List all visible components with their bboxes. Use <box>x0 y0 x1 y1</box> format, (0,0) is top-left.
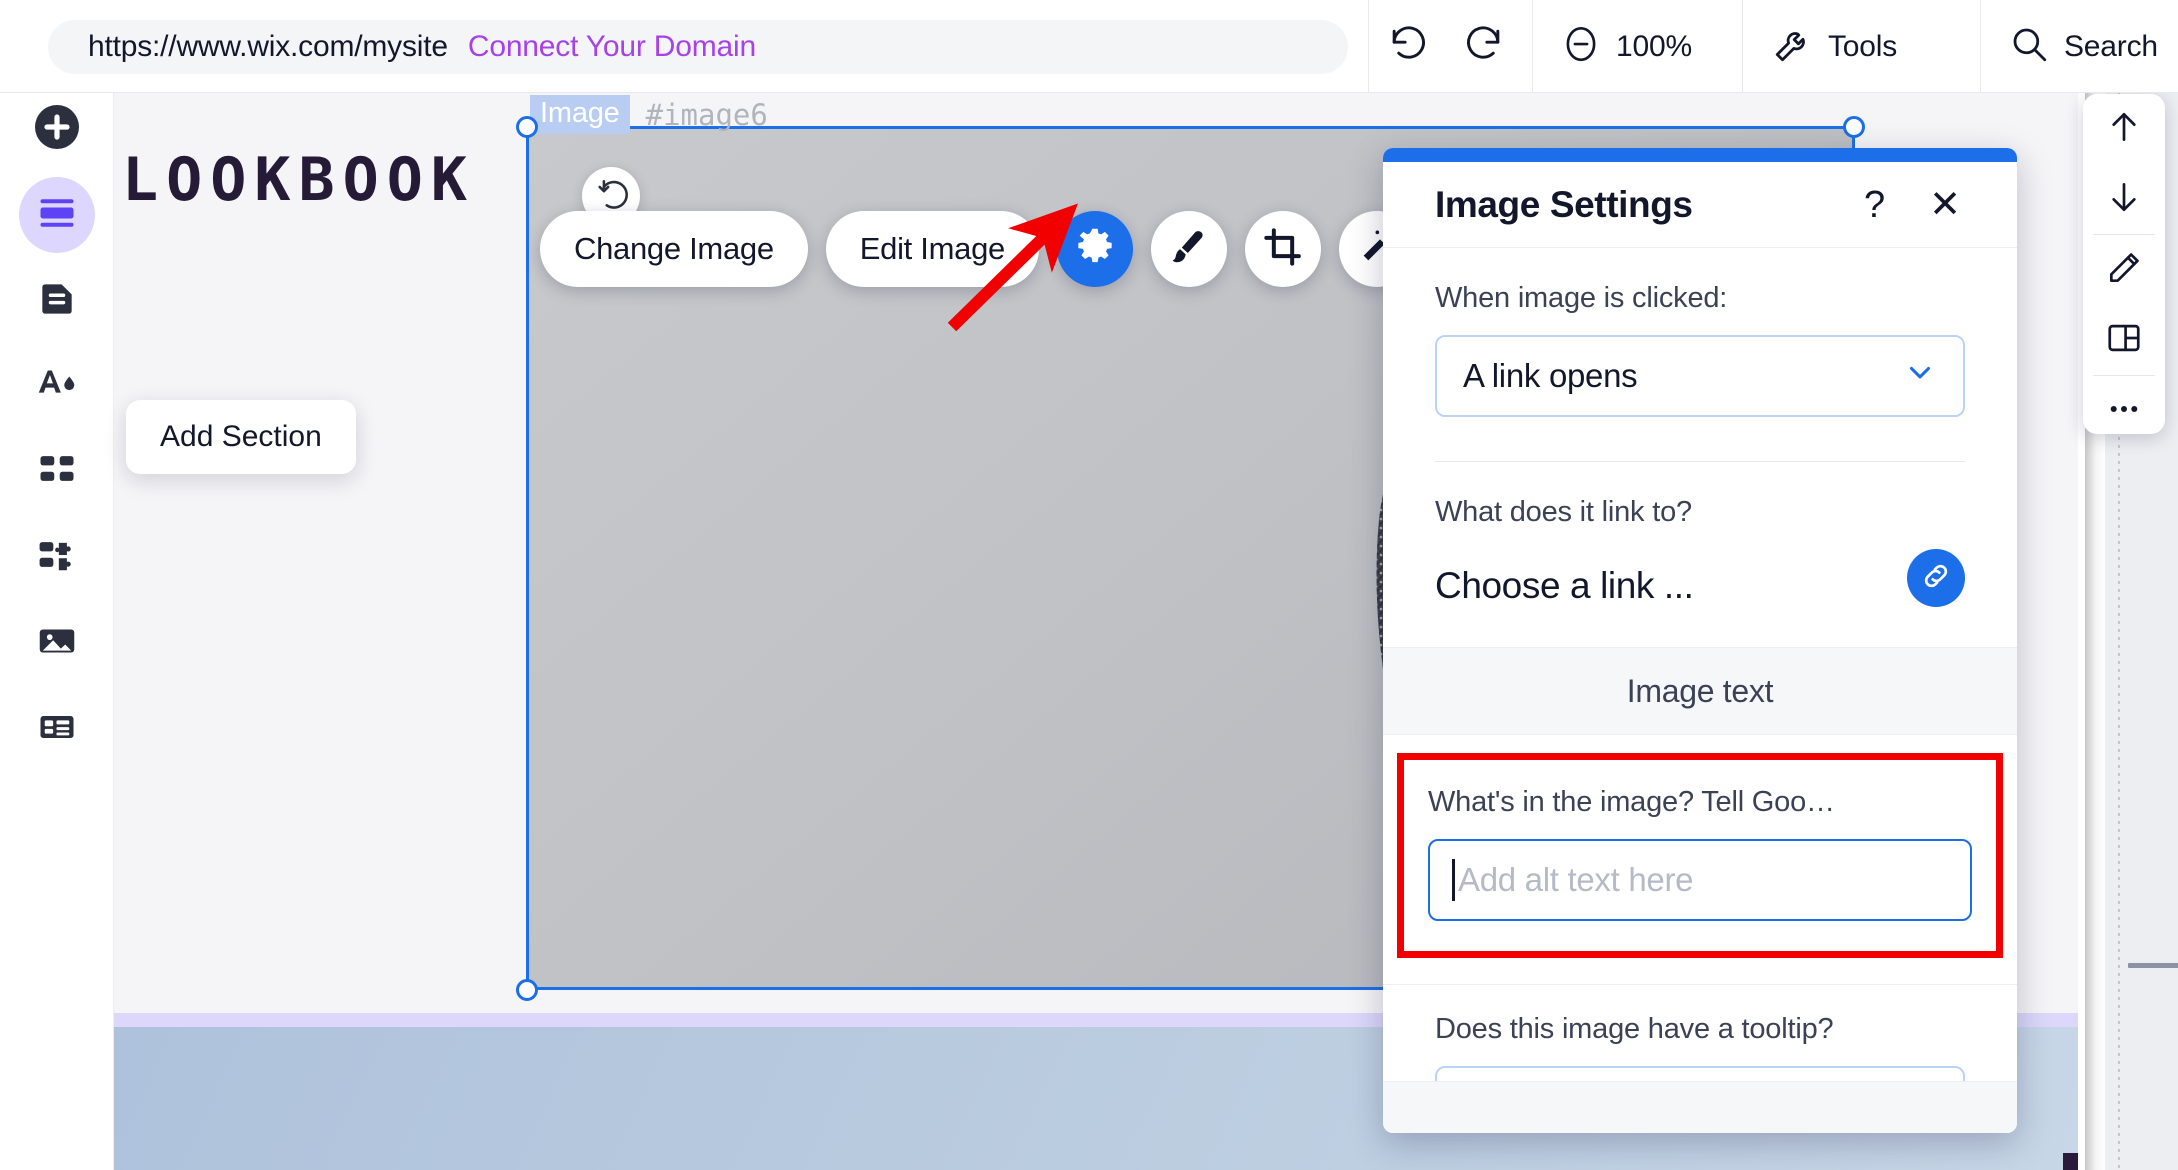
sidebar-item-media[interactable] <box>19 605 95 681</box>
arrow-down-icon <box>2105 178 2143 221</box>
move-up-button[interactable] <box>2083 94 2165 164</box>
element-type-label: Image <box>530 95 630 134</box>
plus-circle-icon <box>33 103 81 156</box>
move-down-button[interactable] <box>2083 164 2165 234</box>
page-title: LOOKBOOK <box>122 145 475 215</box>
sidebar-item-theme[interactable] <box>19 347 95 423</box>
chevron-down-icon <box>1903 355 1937 397</box>
history-group <box>1368 0 1524 93</box>
panel-accent-bar <box>1383 148 2017 162</box>
sidebar-item-sections[interactable] <box>19 177 95 253</box>
panel-body: When image is clicked: A link opens What… <box>1383 248 2017 607</box>
connect-domain-link[interactable]: Connect Your Domain <box>468 30 756 64</box>
more-options-button[interactable] <box>2083 376 2165 446</box>
resize-handle-bottom-left[interactable] <box>516 979 538 1001</box>
puzzle-icon <box>35 533 79 582</box>
sections-icon <box>35 191 79 240</box>
search-group: Search <box>1980 0 2178 93</box>
crop-button[interactable] <box>1244 211 1321 287</box>
wrench-icon <box>1772 23 1814 70</box>
tooltip-label: Does this image have a tooltip? <box>1435 1013 1834 1045</box>
undo-icon <box>1385 22 1429 71</box>
add-section-tooltip: Add Section <box>126 400 356 474</box>
image-element-toolbar: Change Image Edit Image <box>540 211 1415 287</box>
edit-image-button[interactable]: Edit Image <box>825 211 1039 287</box>
element-tag: Image #image6 <box>530 95 768 134</box>
change-image-button[interactable]: Change Image <box>540 211 808 287</box>
ellipsis-icon <box>2105 390 2143 433</box>
alt-text-label: What's in the image? Tell Goo… <box>1428 786 1835 818</box>
click-action-field: When image is clicked: A link opens <box>1435 248 1965 417</box>
sidebar-item-cms[interactable] <box>19 691 95 767</box>
element-id-label: #image6 <box>645 97 768 132</box>
add-button[interactable] <box>19 91 95 167</box>
panel-footer <box>1383 1081 2017 1133</box>
pencil-icon <box>2105 249 2143 292</box>
site-url-bar[interactable]: https://www.wix.com/mysite Connect Your … <box>48 20 1348 74</box>
resize-handle-top-right[interactable] <box>1843 116 1865 138</box>
link-target-value[interactable]: Choose a link ... <box>1435 565 1907 607</box>
alt-text-input[interactable]: Add alt text here <box>1428 839 1972 921</box>
ruler-tick <box>2164 963 2178 968</box>
crop-icon <box>1263 227 1303 272</box>
tools-label: Tools <box>1828 29 1898 63</box>
question-mark-icon[interactable]: ? <box>1864 186 1885 224</box>
page-icon <box>35 277 79 326</box>
panel-header: Image Settings ? ✕ <box>1383 162 2017 248</box>
zoom-out-icon[interactable] <box>1560 23 1602 70</box>
paintbrush-icon <box>1169 227 1209 272</box>
click-action-select[interactable]: A link opens <box>1435 335 1965 417</box>
link-target-label: What does it link to? <box>1435 496 1692 528</box>
layout-icon <box>2105 319 2143 362</box>
design-button[interactable] <box>1150 211 1227 287</box>
sidebar-item-integrations[interactable] <box>19 519 95 595</box>
rotate-icon <box>594 177 628 216</box>
link-icon <box>1920 560 1952 597</box>
image-text-section-header: Image text <box>1383 647 2017 735</box>
gear-icon <box>1074 226 1116 273</box>
element-position-toolbar <box>2083 94 2165 434</box>
redo-button[interactable] <box>1446 0 1524 93</box>
site-url-text: https://www.wix.com/mysite <box>88 30 448 63</box>
sidebar-item-pages[interactable] <box>19 263 95 339</box>
close-icon[interactable]: ✕ <box>1929 186 1961 224</box>
panel-title: Image Settings <box>1435 183 1693 225</box>
alt-text-placeholder: Add alt text here <box>1458 861 1694 898</box>
layout-button[interactable] <box>2083 305 2165 375</box>
tools-button[interactable]: Tools <box>1742 0 1927 93</box>
search-button[interactable]: Search <box>1980 0 2178 93</box>
table-icon <box>35 705 79 754</box>
redo-icon <box>1463 22 1507 71</box>
search-label: Search <box>2064 29 2158 63</box>
link-target-field: What does it link to? Choose a link ... <box>1435 462 1965 607</box>
zoom-level-label: 100% <box>1616 29 1692 63</box>
left-sidebar <box>0 93 114 1170</box>
zoom-control[interactable]: 100% <box>1532 0 1722 93</box>
zoom-group: 100% <box>1532 0 1722 93</box>
dark-card-element[interactable] <box>2063 1153 2078 1170</box>
text-and-color-icon <box>34 360 80 411</box>
sidebar-item-apps[interactable] <box>19 433 95 509</box>
top-toolbar: https://www.wix.com/mysite Connect Your … <box>0 0 2178 93</box>
click-action-label: When image is clicked: <box>1435 282 1728 314</box>
red-highlight-box: What's in the image? Tell Goo… Add alt t… <box>1397 753 2003 958</box>
image-settings-button[interactable] <box>1056 211 1133 287</box>
edit-button[interactable] <box>2083 235 2165 305</box>
tools-group: Tools <box>1742 0 1927 93</box>
choose-link-button[interactable] <box>1907 549 1965 607</box>
image-settings-panel: Image Settings ? ✕ When image is clicked… <box>1383 148 2017 1133</box>
image-icon <box>34 618 80 669</box>
search-icon <box>2008 23 2050 70</box>
grid-apps-icon <box>35 447 79 496</box>
text-caret <box>1452 859 1455 901</box>
resize-handle-top-left[interactable] <box>516 116 538 138</box>
click-action-value: A link opens <box>1463 357 1638 394</box>
undo-button[interactable] <box>1368 0 1446 93</box>
arrow-up-icon <box>2105 108 2143 151</box>
